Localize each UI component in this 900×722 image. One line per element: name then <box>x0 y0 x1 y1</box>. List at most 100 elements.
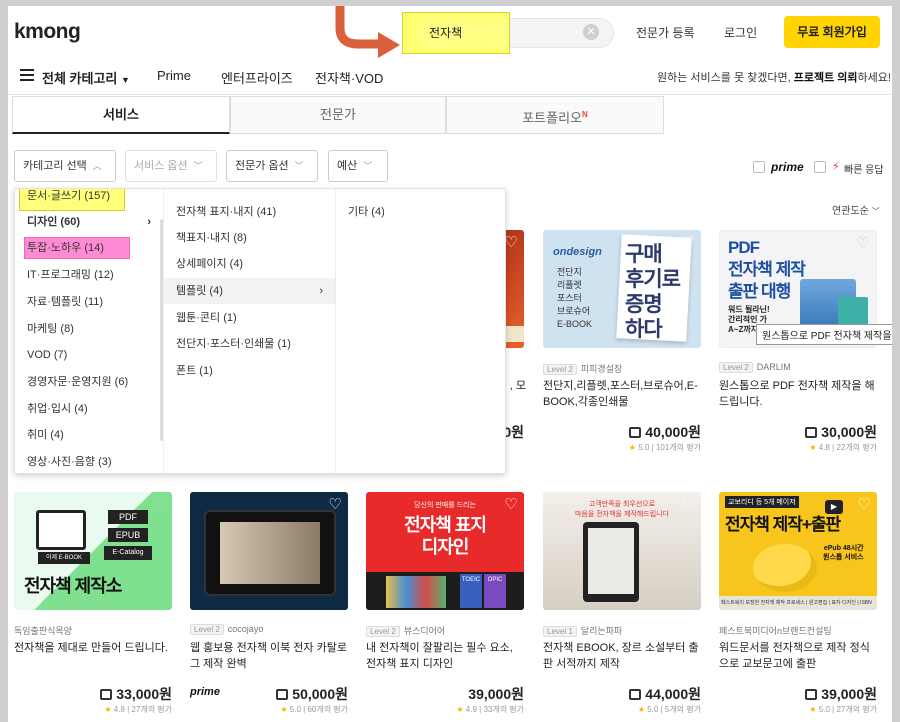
sort-select[interactable]: 연관도순 ﹀ <box>832 202 880 217</box>
category-item-side-job[interactable]: 투잡·노하우 (14) <box>15 235 163 261</box>
annotation-arrow-icon <box>335 6 400 58</box>
book-spines <box>386 576 446 608</box>
service-option-select[interactable]: 서비스 옵션 ﹀ <box>125 150 217 182</box>
card-title[interactable]: 웹 홍보용 전자책 이북 전자 카탈로그 제작 완벽 <box>190 640 350 672</box>
tab-services[interactable]: 서비스 <box>12 96 230 134</box>
project-request-banner[interactable]: 원하는 서비스를 못 찾겠다면, 프로젝트 의뢰하세요! › <box>657 69 892 85</box>
seller-name[interactable]: 피피경설장 <box>581 364 622 374</box>
chevron-up-icon: ︿ <box>92 161 102 171</box>
sort-label: 연관도순 <box>832 206 869 217</box>
star-icon: ★ <box>104 705 112 714</box>
prime-checkbox[interactable] <box>753 161 765 173</box>
nav-enterprise[interactable]: 엔터프라이즈 <box>221 68 293 87</box>
seller-name[interactable]: DARLIM <box>757 362 791 372</box>
subcategory-item[interactable]: 폰트 (1) <box>164 358 335 384</box>
category-item-vod[interactable]: VOD (7) <box>15 342 163 368</box>
card-thumbnail[interactable]: 이제 E-BOOK PDF EPUB E-Catalog 전자책 제작소 ♡ <box>14 492 172 610</box>
star-icon: ★ <box>628 443 637 452</box>
star-icon: ★ <box>637 705 645 714</box>
heart-icon[interactable]: ♡ <box>504 235 518 250</box>
heart-icon[interactable]: ♡ <box>681 235 695 250</box>
category-item-writing[interactable]: 문서·글쓰기 (157) <box>15 189 163 209</box>
clear-search-icon[interactable]: ✕ <box>583 24 599 40</box>
category-select[interactable]: 카테고리 선택 ︿ <box>14 150 116 182</box>
thumbnail-headline: 전자책 제작+출판 <box>725 515 841 534</box>
card-title[interactable]: 워드문서를 전자책으로 제작 정식으로 교보문고에 출판 <box>719 640 879 672</box>
quick-response-checkbox[interactable] <box>814 161 826 173</box>
category-item-marketing[interactable]: 마케팅 (8) <box>15 316 163 342</box>
heart-icon[interactable]: ♡ <box>152 497 166 512</box>
budget-select[interactable]: 예산 ﹀ <box>328 150 388 182</box>
card-thumbnail[interactable]: ondesign 전단지 리플렛 포스터 브로슈어 E-BOOK 구매 후기로 … <box>543 230 701 348</box>
seller-name[interactable]: 뷰스디어어 <box>404 626 445 636</box>
category-item-media[interactable]: 영상·사진·음향 (3) <box>15 449 163 473</box>
card-title[interactable]: 내 전자책이 잘팔리는 필수 요소, 전자책 표지 디자인 <box>366 640 526 672</box>
subcategory-item[interactable]: 책표지·내지 (8) <box>164 225 335 251</box>
heart-icon[interactable]: ♡ <box>856 236 870 251</box>
play-icon[interactable]: ▶ <box>825 500 843 514</box>
heart-icon[interactable]: ♡ <box>504 497 518 512</box>
thumbnail-headline: 전자책 표지 디자인 <box>404 515 487 557</box>
card-seller: Level 2 DARLIM <box>719 362 791 373</box>
card-seller: Level 2 피피경설장 <box>543 362 622 375</box>
nav-prime[interactable]: Prime <box>157 68 191 83</box>
star-icon: ★ <box>456 705 464 714</box>
card-thumbnail[interactable]: 교보리디 등 5개 메이저 전자책 제작+출판 ePub 48시간 원스톱 서비… <box>719 492 877 610</box>
expert-option-select[interactable]: 전문가 옵션 ﹀ <box>226 150 318 182</box>
subcategory-item[interactable]: 전단지·포스터·인쇄물 (1) <box>164 331 335 357</box>
level-badge: Level 1 <box>543 626 577 637</box>
card-price: 39,000원 <box>805 684 877 704</box>
category-item-career[interactable]: 취업·입시 (4) <box>15 396 163 422</box>
card-title[interactable]: 전자책을 제대로 만들어 드립니다. <box>14 640 174 656</box>
seller-name[interactable]: cocojayo <box>228 624 264 634</box>
tab-experts[interactable]: 전문가 <box>230 96 446 134</box>
category-item-hobby[interactable]: 취미 (4) <box>15 422 163 448</box>
rating-count: 22개의 평가 <box>836 443 877 452</box>
rating-score: 4.9 <box>465 705 477 714</box>
rating-count: 27개의 평가 <box>836 705 877 714</box>
card-title[interactable]: 전자책 EBOOK, 장르 소설부터 출판 서적까지 제작 <box>543 640 703 672</box>
subcategory-item[interactable]: 웹툰·콘티 (1) <box>164 305 335 331</box>
card-title[interactable]: 원스톱으로 PDF 전자책 제작을 해 드립니다. <box>719 378 879 410</box>
seller-name[interactable]: 페스트북미디어n브랜드컨설팅 <box>719 624 832 637</box>
card-thumbnail[interactable]: 당신의 판매를 드리는 전자책 표지 디자인 TOEIC OPIC ♡ <box>366 492 524 610</box>
rating-count: 5개의 평가 <box>664 705 701 714</box>
price-value: 39,000원 <box>821 686 877 702</box>
chevron-right-icon: › <box>319 285 323 297</box>
tag-pdf: PDF <box>108 510 148 524</box>
card-thumbnail[interactable]: 고객만족을 최우선으로 마음을 전자책을 제작해드립니다 ♡ <box>543 492 701 610</box>
subcategory-item-selected[interactable]: 템플릿 (4) › <box>164 278 335 304</box>
card-seller: Level 2 cocojayo <box>190 624 263 635</box>
card-title[interactable]: 전단지,리플렛,포스터,브로슈어,E-BOOK,각종인쇄물 <box>543 378 703 410</box>
seller-name[interactable]: 독임출판식목양 <box>14 624 72 637</box>
category-item-consulting[interactable]: 경영자문·운영지원 (6) <box>15 369 163 395</box>
subcategory-item[interactable]: 상세페이지 (4) <box>164 251 335 277</box>
category-item-templates[interactable]: 자료·템플릿 (11) <box>15 289 163 315</box>
chevron-down-icon: ﹀ <box>193 161 203 171</box>
heart-icon[interactable]: ♡ <box>857 497 871 512</box>
tab-portfolio[interactable]: 포트폴리오N <box>446 96 664 134</box>
card-thumbnail[interactable]: ♡ <box>190 492 348 610</box>
detail-item[interactable]: 기타 (4) <box>336 199 505 225</box>
all-categories-menu[interactable]: 전체 카테고리 ▼ <box>42 68 130 87</box>
thumbnail-topline: 교보리디 등 5개 메이저 <box>725 496 799 508</box>
subcategory-item[interactable]: 전자책 표지·내지 (41) <box>164 199 335 225</box>
seller-name[interactable]: 달리는파파 <box>581 626 622 636</box>
chevron-down-icon: ﹀ <box>363 161 373 171</box>
category-item-design[interactable]: 디자인 (60) › <box>15 209 163 235</box>
expert-register-link[interactable]: 전문가 등록 <box>636 24 695 41</box>
menu-icon[interactable] <box>20 69 34 81</box>
card-price: 39,000원 <box>468 686 524 702</box>
kmong-logo[interactable]: kmong <box>14 20 81 44</box>
login-link[interactable]: 로그인 <box>724 24 757 41</box>
book-opic: OPIC <box>484 574 506 608</box>
heart-icon[interactable]: ♡ <box>681 497 695 512</box>
chevron-down-icon: ﹀ <box>294 161 304 171</box>
category-item-it[interactable]: IT·프로그래밍 (12) <box>15 262 163 288</box>
project-request-link[interactable]: 프로젝트 의뢰 <box>794 72 858 84</box>
signup-button[interactable]: 무료 회원가입 <box>784 16 880 48</box>
heart-icon[interactable]: ♡ <box>328 497 342 512</box>
card-rating: ★ 5.0 | 101개의 평가 <box>628 443 701 452</box>
project-request-prefix: 원하는 서비스를 못 찾겠다면, <box>657 72 794 84</box>
nav-ebook-vod[interactable]: 전자책·VOD <box>315 68 383 87</box>
